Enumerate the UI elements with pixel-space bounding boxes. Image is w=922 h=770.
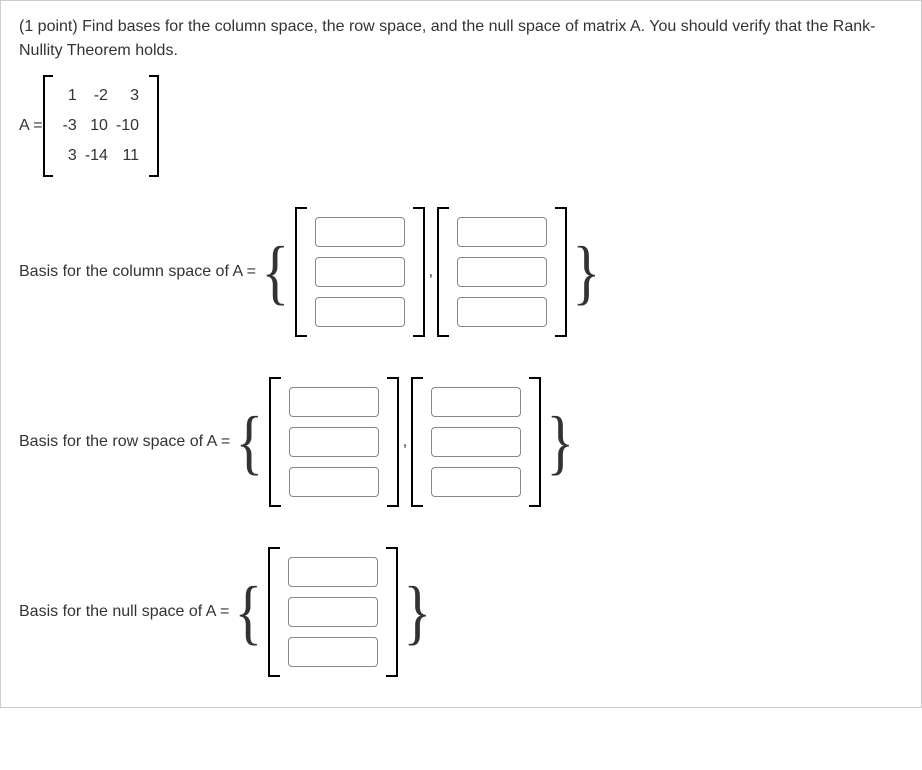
- bracket-right: [149, 75, 159, 177]
- col-space-v2-c2[interactable]: [457, 257, 547, 287]
- row-space-v1-c2[interactable]: [289, 427, 379, 457]
- row-space-v1-c1[interactable]: [289, 387, 379, 417]
- null-space-vector-1: [268, 547, 398, 677]
- question-points: (1 point): [19, 18, 82, 35]
- matrix-cell: 11: [112, 141, 143, 171]
- matrix-row: 3 -14 11: [59, 141, 143, 171]
- matrix-cell: 1: [59, 81, 81, 111]
- row-space-row: Basis for the row space of A = { , }: [19, 377, 903, 507]
- open-curly: {: [234, 406, 265, 478]
- matrix-cell: 10: [81, 111, 112, 141]
- bracket-right: [386, 547, 398, 677]
- null-space-row: Basis for the null space of A = { }: [19, 547, 903, 677]
- bracket-left: [411, 377, 423, 507]
- bracket-left: [43, 75, 53, 177]
- matrix-cell: -2: [81, 81, 112, 111]
- matrix-cell: 3: [112, 81, 143, 111]
- close-curly: }: [571, 236, 602, 308]
- column-space-vector-1: [295, 207, 425, 337]
- column-space-label: Basis for the column space of A =: [19, 263, 256, 281]
- null-space-v1-c3[interactable]: [288, 637, 378, 667]
- row-space-vector-2: [411, 377, 541, 507]
- matrix-row: 1 -2 3: [59, 81, 143, 111]
- col-space-v1-c1[interactable]: [315, 217, 405, 247]
- close-curly: }: [545, 406, 576, 478]
- bracket-left: [295, 207, 307, 337]
- matrix-cell: 3: [59, 141, 81, 171]
- matrix-cell: -3: [59, 111, 81, 141]
- set-comma: ,: [425, 263, 437, 281]
- close-curly: }: [402, 576, 433, 648]
- matrix-cell: -14: [81, 141, 112, 171]
- row-space-v1-c3[interactable]: [289, 467, 379, 497]
- matrix-body: 1 -2 3 -3 10 -10 3 -14 11: [53, 75, 149, 177]
- open-curly: {: [233, 576, 264, 648]
- matrix-definition: A = 1 -2 3 -3 10 -10 3 -14 11: [19, 75, 903, 177]
- bracket-left: [268, 547, 280, 677]
- open-curly: {: [260, 236, 291, 308]
- column-space-row: Basis for the column space of A = { , }: [19, 207, 903, 337]
- matrix-row: -3 10 -10: [59, 111, 143, 141]
- col-space-v1-c2[interactable]: [315, 257, 405, 287]
- bracket-right: [529, 377, 541, 507]
- null-space-label: Basis for the null space of A =: [19, 603, 229, 621]
- bracket-right: [413, 207, 425, 337]
- row-space-v2-c3[interactable]: [431, 467, 521, 497]
- matrix-label: A =: [19, 117, 43, 135]
- col-space-v1-c3[interactable]: [315, 297, 405, 327]
- bracket-left: [269, 377, 281, 507]
- null-space-v1-c1[interactable]: [288, 557, 378, 587]
- row-space-v2-c2[interactable]: [431, 427, 521, 457]
- row-space-label: Basis for the row space of A =: [19, 433, 230, 451]
- question-body: Find bases for the column space, the row…: [19, 18, 875, 59]
- matrix-cell: -10: [112, 111, 143, 141]
- bracket-left: [437, 207, 449, 337]
- bracket-right: [387, 377, 399, 507]
- null-space-v1-c2[interactable]: [288, 597, 378, 627]
- col-space-v2-c3[interactable]: [457, 297, 547, 327]
- set-comma: ,: [399, 433, 411, 451]
- col-space-v2-c1[interactable]: [457, 217, 547, 247]
- question-text: (1 point) Find bases for the column spac…: [19, 15, 903, 63]
- matrix-A: 1 -2 3 -3 10 -10 3 -14 11: [43, 75, 159, 177]
- row-space-v2-c1[interactable]: [431, 387, 521, 417]
- row-space-vector-1: [269, 377, 399, 507]
- bracket-right: [555, 207, 567, 337]
- column-space-vector-2: [437, 207, 567, 337]
